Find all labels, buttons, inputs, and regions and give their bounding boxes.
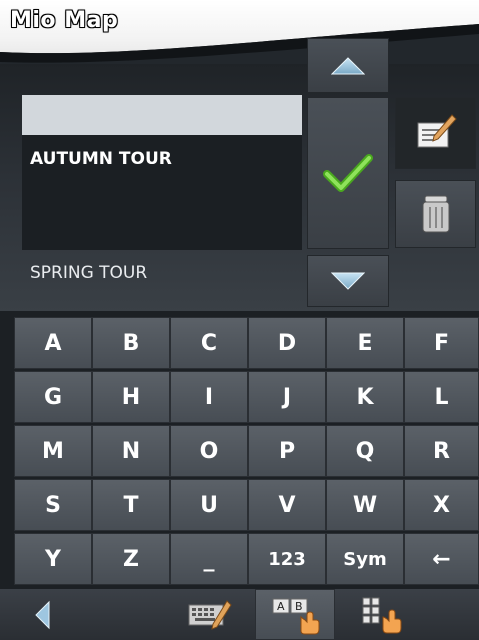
key-g[interactable]: G	[14, 371, 92, 423]
key-t[interactable]: T	[92, 479, 170, 531]
header: Mio Map	[0, 0, 479, 120]
delete-button[interactable]	[395, 180, 476, 248]
key-q[interactable]: Q	[326, 425, 404, 477]
key-k[interactable]: K	[326, 371, 404, 423]
keyboard-mode-button[interactable]	[170, 589, 250, 640]
scroll-down-button[interactable]	[307, 255, 389, 307]
edit-note-icon	[417, 114, 457, 148]
key-c[interactable]: C	[170, 317, 248, 369]
grid-keyboard-icon	[362, 597, 402, 633]
checkmark-icon	[323, 154, 373, 192]
abc-keyboard-icon: A B	[272, 598, 320, 634]
key-w[interactable]: W	[326, 479, 404, 531]
keyboard-pencil-icon	[188, 599, 232, 630]
svg-text:A: A	[277, 600, 285, 613]
tour-list[interactable]: AUTUMN TOUR	[22, 95, 302, 250]
key-f[interactable]: F	[404, 317, 479, 369]
list-item[interactable]: AUTUMN TOUR	[22, 139, 302, 179]
key-u[interactable]: U	[170, 479, 248, 531]
triangle-up-icon	[331, 56, 365, 74]
on-screen-keyboard: A B C D E F G H I J K L M N O P Q R S T …	[0, 311, 479, 589]
tour-name-input[interactable]	[22, 95, 302, 135]
key-e[interactable]: E	[326, 317, 404, 369]
key-o[interactable]: O	[170, 425, 248, 477]
key-backspace[interactable]: ←	[404, 533, 479, 585]
key-j[interactable]: J	[248, 371, 326, 423]
edit-button[interactable]	[395, 97, 476, 169]
key-v[interactable]: V	[248, 479, 326, 531]
key-n[interactable]: N	[92, 425, 170, 477]
trash-icon	[422, 195, 449, 233]
confirm-button[interactable]	[307, 97, 389, 249]
list-item-label: AUTUMN TOUR	[30, 149, 172, 169]
key-x[interactable]: X	[404, 479, 479, 531]
triangle-down-icon	[331, 272, 365, 290]
svg-text:B: B	[295, 600, 303, 613]
scroll-up-button[interactable]	[307, 38, 389, 93]
list-item[interactable]: SPRING TOUR	[22, 255, 302, 291]
abc-keyboard-button[interactable]: A B	[255, 589, 335, 640]
app-title: Mio Map	[10, 8, 119, 33]
key-b[interactable]: B	[92, 317, 170, 369]
key-d[interactable]: D	[248, 317, 326, 369]
bottom-toolbar: A B	[0, 589, 479, 640]
key-l[interactable]: L	[404, 371, 479, 423]
key-m[interactable]: M	[14, 425, 92, 477]
key-s[interactable]: S	[14, 479, 92, 531]
key-h[interactable]: H	[92, 371, 170, 423]
key-p[interactable]: P	[248, 425, 326, 477]
key-r[interactable]: R	[404, 425, 479, 477]
key-numbers[interactable]: 123	[248, 533, 326, 585]
key-space[interactable]: _	[170, 533, 248, 585]
key-y[interactable]: Y	[14, 533, 92, 585]
key-symbols[interactable]: Sym	[326, 533, 404, 585]
key-i[interactable]: I	[170, 371, 248, 423]
key-a[interactable]: A	[14, 317, 92, 369]
grid-keyboard-button[interactable]	[340, 589, 420, 640]
back-arrow-icon	[34, 600, 49, 629]
list-item-label: SPRING TOUR	[30, 263, 148, 283]
key-z[interactable]: Z	[92, 533, 170, 585]
back-button[interactable]	[0, 589, 85, 640]
